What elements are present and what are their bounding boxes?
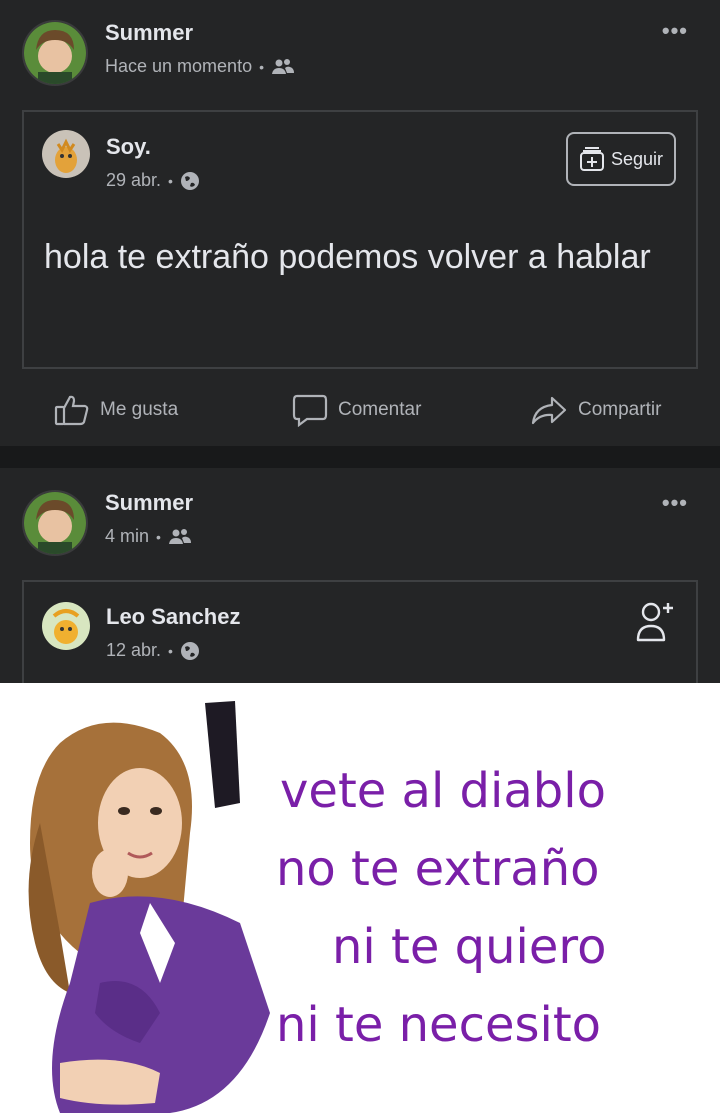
shared-post-meta: 12 abr. • xyxy=(106,640,200,661)
like-button[interactable]: Me gusta xyxy=(54,382,178,438)
meta-separator: • xyxy=(156,528,161,545)
more-options-button[interactable]: ••• xyxy=(662,490,688,516)
post-time[interactable]: 4 min xyxy=(105,526,149,547)
meme-text-line: no te extraño xyxy=(276,841,600,897)
author-avatar[interactable] xyxy=(22,20,88,86)
shared-author-name[interactable]: Soy. xyxy=(106,134,151,160)
shared-post-meta: 29 abr. • xyxy=(106,170,200,191)
meta-separator: • xyxy=(259,58,264,75)
meme-image[interactable]: vete al diablo no te extraño ni te quier… xyxy=(0,683,720,1119)
shared-post-text: hola te extraño podemos volver a hablar xyxy=(44,238,651,276)
post-meta: 4 min • xyxy=(105,526,192,547)
girl-illustration xyxy=(28,701,270,1113)
shared-post[interactable]: Leo Sanchez 12 abr. • xyxy=(22,580,698,683)
add-friend-button[interactable] xyxy=(636,600,676,647)
shared-author-name[interactable]: Leo Sanchez xyxy=(106,604,240,630)
meme-text-line: ni te quiero xyxy=(332,919,607,975)
follow-label: Seguir xyxy=(610,148,664,169)
post-actions: Me gusta Comentar Compartir xyxy=(0,382,720,438)
post-meta: Hace un momento • xyxy=(105,56,295,77)
comment-icon xyxy=(292,394,328,427)
post-card: Summer Hace un momento • ••• Soy. 29 abr… xyxy=(0,0,720,446)
comment-button[interactable]: Comentar xyxy=(292,382,421,438)
globe-icon xyxy=(180,171,199,190)
friends-icon xyxy=(168,528,191,544)
feed-separator xyxy=(0,446,720,468)
shared-author-avatar[interactable] xyxy=(42,130,90,178)
shared-author-avatar[interactable] xyxy=(42,602,90,650)
share-button[interactable]: Compartir xyxy=(530,382,661,438)
follow-icon xyxy=(579,147,604,171)
meta-separator: • xyxy=(168,642,173,659)
shared-post-time[interactable]: 12 abr. xyxy=(106,640,161,661)
shared-post-time[interactable]: 29 abr. xyxy=(106,170,161,191)
share-icon xyxy=(531,396,567,425)
meta-separator: • xyxy=(168,172,173,189)
author-name[interactable]: Summer xyxy=(105,490,193,516)
author-name[interactable]: Summer xyxy=(105,20,193,46)
thumbs-up-icon xyxy=(54,395,89,426)
friends-icon xyxy=(271,58,294,74)
globe-icon xyxy=(180,641,199,660)
add-friend-icon xyxy=(636,602,673,642)
shared-post[interactable]: Soy. 29 abr. • Seguir hola te extraño po… xyxy=(22,110,698,369)
like-label: Me gusta xyxy=(100,399,179,420)
post-time[interactable]: Hace un momento xyxy=(105,56,252,77)
meme-text-line: vete al diablo xyxy=(280,763,606,819)
more-options-button[interactable]: ••• xyxy=(662,18,688,44)
meme-text-line: ni te necesito xyxy=(276,997,602,1053)
share-label: Compartir xyxy=(578,399,662,420)
author-avatar[interactable] xyxy=(22,490,88,556)
comment-label: Comentar xyxy=(338,399,422,420)
follow-button[interactable]: Seguir xyxy=(566,132,676,186)
